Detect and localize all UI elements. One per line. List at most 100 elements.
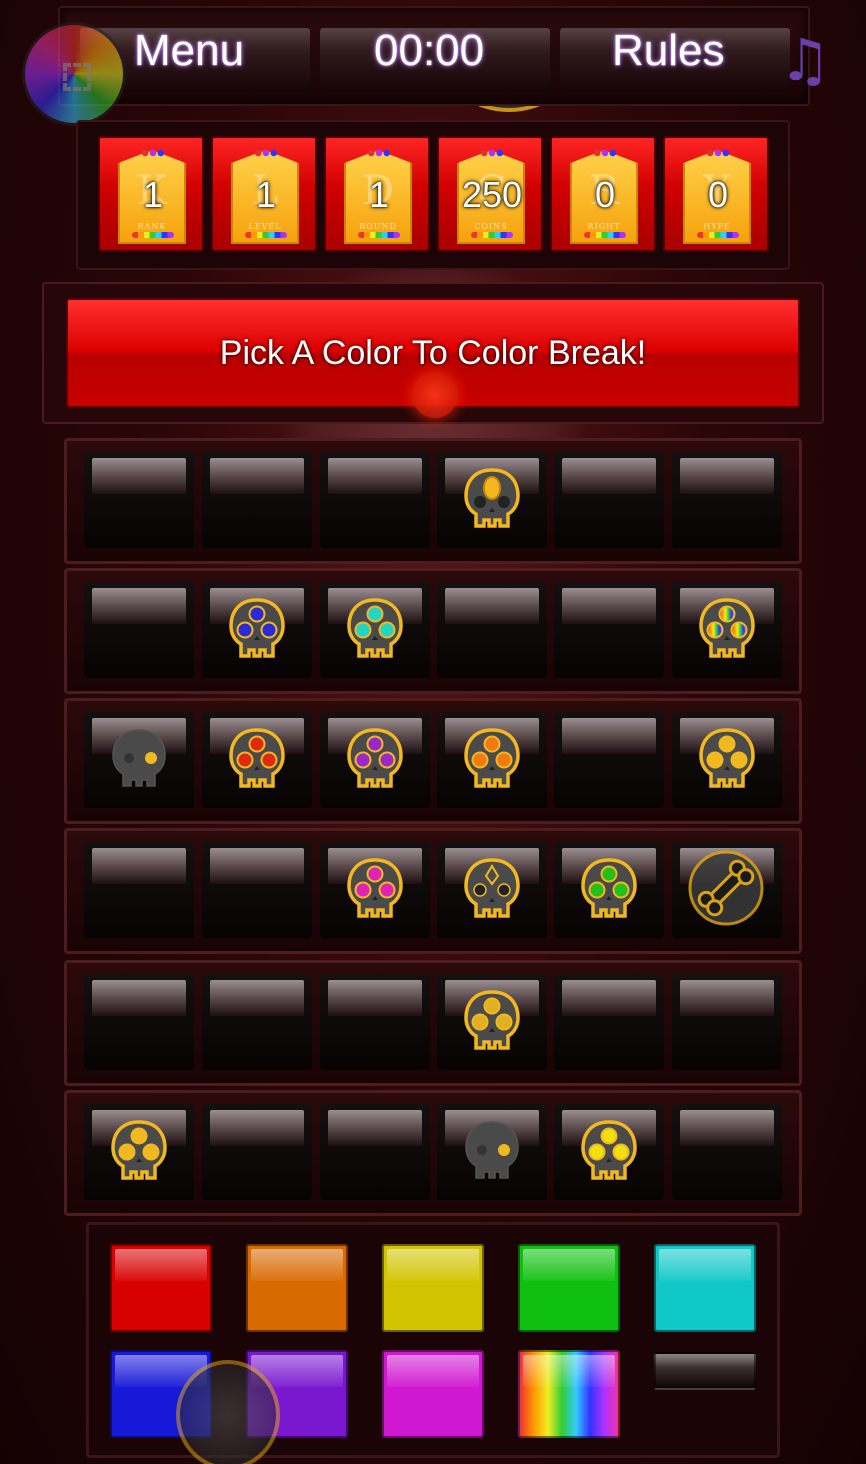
gem-cluster-icon (140, 148, 166, 158)
color-swatch-magenta[interactable] (382, 1350, 484, 1438)
rainbow-dots-icon (697, 232, 739, 238)
grid-cell[interactable] (672, 452, 782, 548)
grid-cell[interactable] (202, 712, 312, 808)
grid-cell[interactable] (202, 582, 312, 678)
skull-piece-icon[interactable] (460, 986, 524, 1054)
grid-cell[interactable] (84, 1104, 194, 1200)
stat-label: ROUND (359, 222, 397, 231)
skull-piece-icon[interactable] (460, 1116, 524, 1184)
rainbow-dots-icon (245, 232, 287, 238)
fullscreen-button[interactable] (22, 22, 126, 126)
grid-cell[interactable] (202, 1104, 312, 1200)
rainbow-dots-icon (584, 232, 626, 238)
grid-cell[interactable] (554, 582, 664, 678)
grid-cell[interactable] (672, 582, 782, 678)
grid-cell[interactable] (672, 974, 782, 1070)
rainbow-dots-icon (132, 232, 174, 238)
gold-coin-decoration-bottom (176, 1360, 280, 1464)
skull-piece-icon[interactable] (107, 724, 171, 792)
grid-cell[interactable] (437, 1104, 547, 1200)
stat-label: RANK (137, 222, 167, 231)
grid-cell[interactable] (320, 582, 430, 678)
skull-piece-icon[interactable] (577, 1116, 641, 1184)
stat-rank: K 1 RANK (98, 136, 204, 252)
grid-cell[interactable] (202, 842, 312, 938)
stat-level: L 1 LEVEL (211, 136, 317, 252)
fullscreen-icon (63, 63, 91, 91)
grid-cell[interactable] (320, 712, 430, 808)
stat-value: 250 (461, 174, 523, 215)
grid-cell[interactable] (554, 452, 664, 548)
grid-cell[interactable] (554, 974, 664, 1070)
grid-cell[interactable] (84, 712, 194, 808)
grid-cell[interactable] (320, 452, 430, 548)
grid-cell[interactable] (84, 842, 194, 938)
menu-button[interactable]: Menu (134, 26, 244, 76)
status-light-icon (412, 372, 458, 418)
stat-value: 0 (594, 174, 616, 215)
skull-piece-icon[interactable] (225, 724, 289, 792)
grid-cell[interactable] (554, 1104, 664, 1200)
skull-piece-icon[interactable] (460, 464, 524, 532)
gem-cluster-icon (705, 148, 731, 158)
stat-label: HYPE (703, 222, 731, 231)
skull-piece-icon[interactable] (577, 854, 641, 922)
skull-piece-icon[interactable] (695, 724, 759, 792)
grid-cell[interactable] (84, 974, 194, 1070)
grid-cell[interactable] (554, 842, 664, 938)
rainbow-dots-icon (471, 232, 513, 238)
gem-cluster-icon (253, 148, 279, 158)
stat-value: 1 (368, 174, 390, 215)
rules-button[interactable]: Rules (612, 26, 725, 76)
skull-piece-icon[interactable] (225, 594, 289, 662)
grid-cell[interactable] (320, 974, 430, 1070)
grid-cell[interactable] (672, 1104, 782, 1200)
stat-round: D 1 ROUND (324, 136, 430, 252)
stat-right: R 0 RIGHT (550, 136, 656, 252)
music-toggle-button[interactable]: ♫ (750, 10, 860, 110)
color-swatch-rainbow[interactable] (518, 1350, 620, 1438)
stat-label: COINS (474, 222, 508, 231)
rainbow-dots-icon (358, 232, 400, 238)
stat-label: LEVEL (248, 222, 282, 231)
grid-cell[interactable] (437, 842, 547, 938)
color-swatch-empty (654, 1352, 756, 1390)
stat-value: 1 (255, 174, 277, 215)
grid-cell[interactable] (320, 1104, 430, 1200)
grid-cell[interactable] (84, 452, 194, 548)
gem-cluster-icon (479, 148, 505, 158)
gem-cluster-icon (366, 148, 392, 158)
stat-value: 1 (142, 174, 164, 215)
color-swatch-orange[interactable] (246, 1244, 348, 1332)
grid-cell[interactable] (202, 974, 312, 1070)
grid-cell[interactable] (437, 712, 547, 808)
stat-value: 0 (707, 174, 729, 215)
skull-piece-icon[interactable] (343, 854, 407, 922)
grid-cell[interactable] (437, 452, 547, 548)
grid-cell[interactable] (672, 842, 782, 938)
grid-cell[interactable] (202, 452, 312, 548)
grid-cell[interactable] (437, 582, 547, 678)
skull-piece-icon[interactable] (343, 594, 407, 662)
grid-cell[interactable] (672, 712, 782, 808)
gem-cluster-icon (592, 148, 618, 158)
grid-cell[interactable] (437, 974, 547, 1070)
color-swatch-green[interactable] (518, 1244, 620, 1332)
music-note-icon: ♫ (779, 26, 831, 94)
grid-cell[interactable] (84, 582, 194, 678)
grid-cell[interactable] (320, 842, 430, 938)
skull-piece-icon[interactable] (343, 724, 407, 792)
color-swatch-yellow[interactable] (382, 1244, 484, 1332)
grid-cell[interactable] (554, 712, 664, 808)
stat-hype: Y 0 HYPE (663, 136, 769, 252)
timer-display: 00:00 (374, 26, 485, 75)
color-swatch-cyan[interactable] (654, 1244, 756, 1332)
skull-piece-icon[interactable] (460, 854, 524, 922)
bone-powerup-icon[interactable] (686, 848, 766, 928)
stat-coins: C 250 COINS (437, 136, 543, 252)
skull-piece-icon[interactable] (695, 594, 759, 662)
stat-label: RIGHT (587, 222, 621, 231)
skull-piece-icon[interactable] (460, 724, 524, 792)
color-swatch-red[interactable] (110, 1244, 212, 1332)
skull-piece-icon[interactable] (107, 1116, 171, 1184)
